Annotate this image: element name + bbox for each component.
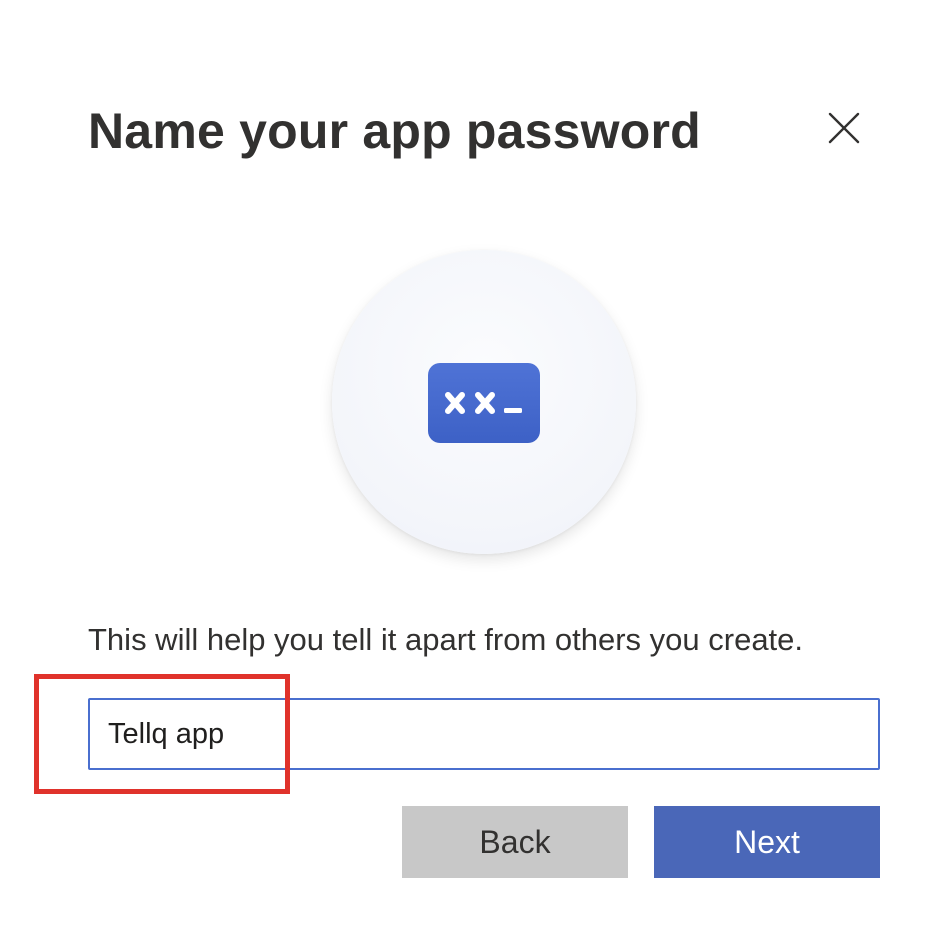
back-button[interactable]: Back — [402, 806, 628, 878]
close-icon — [816, 100, 872, 156]
password-key-icon — [428, 363, 540, 443]
dialog-title: Name your app password — [88, 103, 701, 159]
illustration-circle — [332, 250, 636, 554]
description-text: This will help you tell it apart from ot… — [88, 622, 804, 657]
close-button[interactable] — [816, 100, 872, 156]
next-button[interactable]: Next — [654, 806, 880, 878]
app-name-input[interactable] — [88, 698, 880, 770]
app-password-dialog: Name your app password This will help yo… — [0, 0, 952, 934]
